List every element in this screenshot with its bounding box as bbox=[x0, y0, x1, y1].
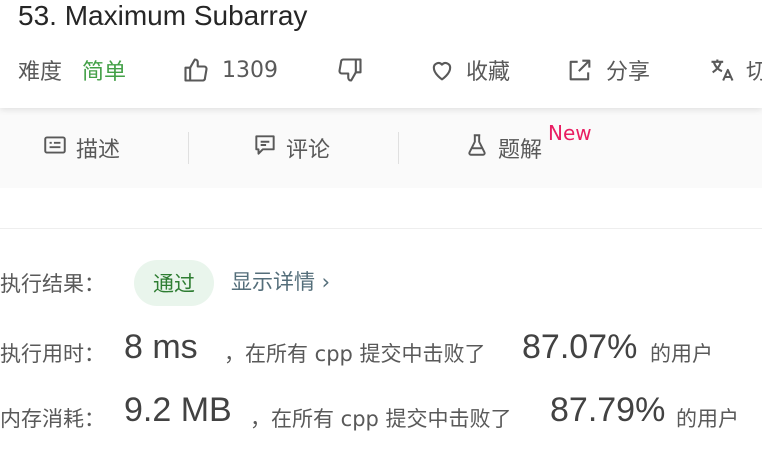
tab-divider bbox=[188, 132, 189, 164]
flask-icon bbox=[464, 132, 498, 164]
tab-bar: 描述 评论 题解 bbox=[0, 108, 762, 188]
tab-divider bbox=[398, 132, 399, 164]
translate-label: 切 bbox=[746, 60, 762, 85]
tab-description[interactable]: 描述 bbox=[42, 108, 120, 188]
memory-suffix: 的用户 bbox=[676, 407, 739, 431]
like-button[interactable]: 1309 bbox=[182, 54, 278, 86]
dislike-button[interactable] bbox=[336, 54, 364, 86]
comment-icon bbox=[252, 132, 286, 164]
problem-meta-row: 难度 简单 1309 收藏 分享 切 bbox=[18, 54, 762, 86]
heart-icon bbox=[428, 56, 456, 84]
memory-value: 9.2 MB bbox=[124, 391, 232, 429]
runtime-suffix: 的用户 bbox=[650, 342, 713, 366]
difficulty-value: 简单 bbox=[82, 60, 127, 85]
runtime-percent: 87.07% bbox=[522, 328, 638, 366]
memory-percent: 87.79% bbox=[550, 391, 666, 429]
runtime-comparison-text: ，在所有 cpp 提交中击败了 bbox=[224, 342, 486, 366]
section-divider bbox=[0, 228, 762, 229]
show-details-link[interactable]: 显示详情 › bbox=[231, 266, 330, 296]
tab-solutions-label: 题解 bbox=[498, 138, 543, 163]
memory-label: 内存消耗： bbox=[0, 407, 105, 431]
like-count: 1309 bbox=[222, 57, 278, 83]
share-button[interactable]: 分享 bbox=[566, 54, 650, 86]
new-badge: New bbox=[548, 121, 592, 145]
share-label: 分享 bbox=[606, 60, 651, 85]
description-icon bbox=[42, 132, 76, 164]
thumbs-up-icon bbox=[182, 56, 210, 84]
status-badge: 通过 bbox=[134, 260, 214, 306]
memory-comparison-text: ，在所有 cpp 提交中击败了 bbox=[250, 407, 512, 431]
runtime-value: 8 ms bbox=[124, 328, 198, 366]
tab-comments-label: 评论 bbox=[286, 138, 331, 163]
translate-icon bbox=[708, 56, 736, 84]
runtime-label: 执行用时： bbox=[0, 342, 105, 366]
difficulty-label: 难度 bbox=[18, 60, 63, 85]
favorite-button[interactable]: 收藏 bbox=[428, 54, 510, 86]
difficulty: 难度 简单 bbox=[18, 54, 126, 86]
share-icon bbox=[566, 56, 594, 84]
problem-header: 53. Maximum Subarray 难度 简单 1309 收藏 分享 切 bbox=[0, 0, 762, 108]
problem-title: 53. Maximum Subarray bbox=[18, 0, 308, 31]
thumbs-down-icon bbox=[336, 56, 364, 84]
tab-solutions[interactable]: 题解 bbox=[464, 108, 542, 188]
translate-button[interactable]: 切 bbox=[708, 54, 762, 86]
result-status-label: 执行结果： bbox=[0, 272, 105, 296]
tab-description-label: 描述 bbox=[76, 138, 121, 163]
favorite-label: 收藏 bbox=[466, 60, 511, 85]
tab-comments[interactable]: 评论 bbox=[252, 108, 330, 188]
